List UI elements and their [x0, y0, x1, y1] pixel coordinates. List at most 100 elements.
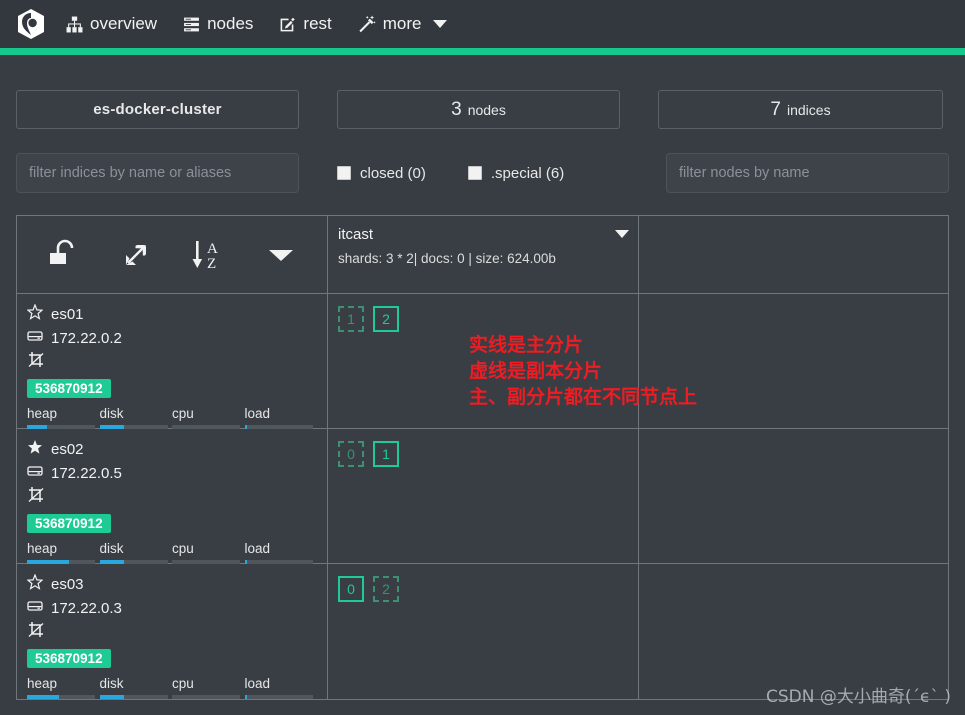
metric-load-track — [244, 695, 313, 699]
main-content: es-docker-cluster 3 nodes 7 indices clos… — [0, 90, 965, 700]
metric-cpu-label: cpu — [172, 676, 194, 691]
table-toolbar-cell: A Z — [17, 216, 328, 293]
metric-disk-track — [99, 695, 168, 699]
server-list-icon — [183, 16, 200, 33]
nav-item-rest[interactable]: rest — [279, 14, 332, 34]
closed-indices-label: closed (0) — [360, 164, 426, 182]
metric-heap: heap — [27, 541, 100, 564]
indices-filter-input[interactable] — [16, 153, 299, 193]
metric-load: load — [244, 676, 318, 699]
magic-wand-icon — [358, 15, 376, 33]
shard-badge[interactable]: 2 — [373, 306, 399, 332]
node-cell-es03: es03 172.22.0.3 536870912 heap disk cpu … — [17, 564, 328, 699]
node-ip-label: 172.22.0.3 — [51, 599, 122, 617]
filter-row: closed (0) .special (6) — [16, 153, 949, 193]
shard-badge[interactable]: 0 — [338, 576, 364, 602]
metric-load: load — [244, 406, 318, 429]
metric-cpu: cpu — [172, 406, 245, 429]
metric-heap-track — [27, 695, 95, 699]
checkbox-box-icon[interactable] — [467, 166, 482, 180]
node-metrics: heap disk cpu load — [27, 676, 317, 699]
index-menu-chevron-down-icon[interactable] — [615, 230, 629, 238]
metric-heap-label: heap — [27, 406, 58, 421]
node-actions-line — [27, 620, 317, 644]
special-indices-checkbox[interactable]: .special (6) — [467, 164, 565, 182]
nav-item-overview-label: overview — [90, 14, 158, 33]
metric-load-label: load — [244, 676, 271, 691]
index-stats-label: shards: 3 * 2| docs: 0 | size: 624.00b — [338, 251, 556, 266]
cluster-name-label: es-docker-cluster — [93, 101, 222, 118]
svg-text:Z: Z — [207, 256, 216, 272]
node-ip-line: 172.22.0.2 — [27, 326, 317, 350]
nav-item-nodes-label: nodes — [207, 14, 254, 33]
nav-item-overview[interactable]: overview — [66, 14, 157, 34]
special-indices-label: .special (6) — [490, 164, 565, 182]
edit-square-icon — [279, 16, 296, 33]
node-name-label: es02 — [51, 440, 84, 458]
indices-count-value: 7 — [770, 98, 781, 120]
node-shutdown-icon[interactable] — [27, 621, 45, 643]
star-filled-icon[interactable] — [27, 439, 43, 459]
node-name-label: es01 — [51, 305, 84, 323]
closed-indices-checkbox[interactable]: closed (0) — [337, 165, 426, 182]
svg-text:A: A — [207, 241, 218, 257]
cluster-health-bar — [0, 48, 965, 55]
hdd-icon — [27, 329, 43, 347]
metric-cpu: cpu — [172, 676, 245, 699]
metric-disk: disk — [99, 541, 173, 564]
empty-header-cell — [639, 216, 948, 293]
metric-heap: heap — [27, 676, 100, 699]
nodes-filter-input[interactable] — [666, 153, 949, 193]
nav-item-rest-label: rest — [303, 14, 332, 33]
metric-disk: disk — [99, 406, 173, 429]
shards-cell-es03: 0 2 — [328, 564, 639, 699]
unlock-icon[interactable] — [42, 234, 84, 276]
chevron-down-icon[interactable] — [260, 234, 302, 276]
node-actions-line — [27, 485, 317, 509]
shard-badge[interactable]: 1 — [373, 441, 399, 467]
indices-count-label: indices — [786, 101, 831, 118]
node-ip-line: 172.22.0.5 — [27, 461, 317, 485]
node-name-label: es03 — [51, 575, 84, 593]
shard-badge[interactable]: 0 — [338, 441, 364, 467]
metric-cpu-label: cpu — [172, 406, 194, 421]
cluster-name-box[interactable]: es-docker-cluster — [16, 90, 299, 129]
nav-item-more[interactable]: more — [358, 14, 447, 34]
node-metrics: heap disk cpu load — [27, 406, 317, 429]
metric-cpu-label: cpu — [172, 541, 194, 556]
chevron-down-icon[interactable] — [432, 20, 447, 28]
shard-badge[interactable]: 1 — [338, 306, 364, 332]
star-outline-icon[interactable] — [26, 303, 44, 324]
node-shutdown-icon[interactable] — [27, 351, 45, 373]
elasticsearch-head-logo-icon[interactable] — [14, 7, 48, 41]
metric-load-fill — [244, 695, 248, 699]
table-header-row: A Z itcast shards: 3 * 2| docs: 0 | size… — [17, 216, 948, 294]
node-cell-es01: es01 172.22.0.2 536870912 heap disk cpu … — [17, 294, 328, 429]
metric-disk-fill — [99, 695, 124, 699]
metric-disk-label: disk — [99, 406, 124, 421]
star-outline-icon[interactable] — [26, 573, 44, 594]
indices-count-box[interactable]: 7 indices — [658, 90, 943, 129]
metric-heap: heap — [27, 406, 100, 429]
node-ip-label: 172.22.0.2 — [51, 329, 122, 347]
hdd-icon — [27, 599, 43, 617]
nodes-count-label: nodes — [467, 101, 506, 118]
node-cell-es02: es02 172.22.0.5 536870912 heap disk cpu … — [17, 429, 328, 564]
nodes-count-box[interactable]: 3 nodes — [337, 90, 620, 129]
node-actions-line — [27, 350, 317, 374]
sort-alpha-asc-icon[interactable]: A Z — [187, 234, 229, 276]
node-name-line: es03 — [26, 572, 317, 596]
shard-badge[interactable]: 2 — [373, 576, 399, 602]
node-shutdown-icon[interactable] — [27, 486, 45, 508]
node-ip-label: 172.22.0.5 — [51, 464, 122, 482]
metric-load-label: load — [244, 406, 271, 421]
metric-disk-label: disk — [99, 541, 124, 556]
index-name-label: itcast — [338, 226, 374, 243]
checkbox-box-icon[interactable] — [337, 166, 351, 180]
nav-item-more-label: more — [382, 14, 422, 33]
nav-item-nodes[interactable]: nodes — [183, 14, 253, 34]
node-ip-line: 172.22.0.3 — [27, 596, 317, 620]
expand-arrows-icon[interactable] — [115, 234, 157, 276]
empty-cell — [639, 564, 948, 699]
nodes-count-value: 3 — [451, 98, 462, 120]
